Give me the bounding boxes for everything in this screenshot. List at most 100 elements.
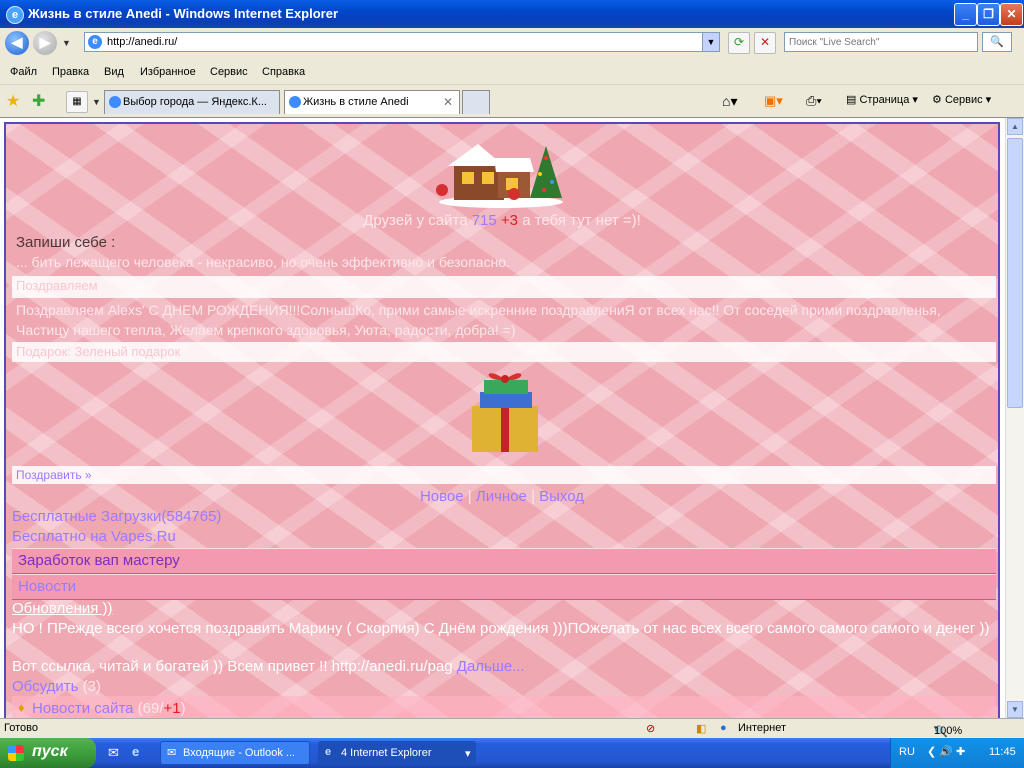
vapes-link[interactable]: Бесплатно на Vapes.Ru (12, 528, 176, 545)
birthday-message: Поздравляем Alexs' С ДНЕМ РОЖДЕНИЯ!!!Сол… (16, 302, 941, 338)
quicklaunch-outlook-icon[interactable]: ✉ (108, 745, 119, 761)
news-paragraph: НО ! ПРежде всего хочется поздравить Мар… (12, 620, 990, 637)
user-nav: Новое | Личное | Выход (6, 488, 998, 505)
task-outlook[interactable]: ✉ Входящие - Outlook ... (160, 741, 310, 765)
site-news-count: (69/ (137, 700, 164, 717)
windows-flag-icon (8, 745, 24, 761)
search-icon: 🔍 (990, 36, 1004, 48)
discuss-link[interactable]: Обсудить (12, 678, 78, 695)
site-news-plus: +1 (163, 700, 181, 717)
task-ie-group[interactable]: e 4 Internet Explorer ▾ (318, 741, 476, 765)
site-news-link[interactable]: Новости сайта (32, 700, 134, 717)
menu-help[interactable]: Справка (262, 66, 305, 78)
favorites-star-icon[interactable]: ★ (6, 91, 20, 111)
updates-link[interactable]: Обновления )) (12, 600, 113, 617)
rss-icon[interactable]: ▣▾ (764, 93, 783, 109)
nav-new-link[interactable]: Новое (420, 488, 464, 505)
home-icon[interactable]: ⌂▾ (722, 93, 737, 110)
zone-text: Интернет (738, 722, 786, 734)
quicklaunch-ie-icon[interactable]: e (132, 744, 139, 759)
start-button[interactable]: пуск (0, 738, 96, 768)
quote-text: ... бить лежащего человека - некрасиво, … (16, 254, 510, 270)
menu-view[interactable]: Вид (104, 66, 124, 78)
tab-anedi[interactable]: Жизнь в стиле Anedi ✕ (284, 90, 460, 114)
friends-plus: +3 (500, 212, 519, 229)
more-link[interactable]: Дальше... (457, 658, 525, 675)
menu-file[interactable]: Файл (10, 66, 37, 78)
ie-icon: e (6, 6, 24, 24)
status-text: Готово (4, 722, 38, 734)
tab-yandex[interactable]: Выбор города — Яндекс.К... (104, 90, 280, 114)
history-dropdown-icon[interactable]: ▼ (62, 38, 71, 48)
news-bar-label: Новости (18, 578, 77, 595)
downloads-link[interactable]: Бесплатные Загрузки(584765) (12, 508, 221, 525)
internet-zone-icon: ● (720, 722, 727, 734)
search-button[interactable]: 🔍 (982, 32, 1012, 52)
url-text[interactable]: http://anedi.ru/ (107, 36, 177, 48)
menu-tools[interactable]: Сервис (210, 66, 248, 78)
earn-bar-label: Заработок вап мастеру (18, 552, 180, 569)
menu-favorites[interactable]: Избранное (140, 66, 196, 78)
close-button[interactable]: ✕ (1000, 3, 1023, 26)
address-toolbar: ◀ ▶ ▼ e http://anedi.ru/ ▼ ⟳ ✕ Поиск "Li… (0, 28, 1024, 58)
minimize-button[interactable]: _ (954, 3, 977, 26)
new-tab[interactable] (462, 90, 490, 114)
zoom-control[interactable]: 🔍 100% ▾ (934, 722, 962, 738)
friends-counter: Друзей у сайта 715 +3 а тебя тут нет =)! (6, 212, 998, 229)
page-menu[interactable]: ▤ Страница ▾ (846, 93, 918, 106)
gift-box-image (472, 373, 538, 452)
vertical-scrollbar[interactable]: ▲ ▼ (1005, 118, 1024, 718)
system-tray: RU ❮ 🔊 ✚ 11:45 (890, 738, 1024, 768)
quick-tabs-icon[interactable]: ▦ (66, 91, 88, 113)
nav-exit-link[interactable]: Выход (539, 488, 584, 505)
status-bar: Готово ⊘ ◧ ● Интернет 🔍 100% ▾ (0, 718, 1024, 738)
tab-list-dropdown-icon[interactable]: ▼ (92, 97, 101, 107)
site-news-line: Новости сайта (69/+1) (32, 700, 186, 717)
site-frame: Друзей у сайта 715 +3 а тебя тут нет =)!… (4, 122, 1000, 718)
task-ie-label: 4 Internet Explorer (341, 747, 432, 759)
gift-band-title: Подарок: Зеленый подарок (16, 344, 181, 359)
friends-count[interactable]: 715 (472, 212, 497, 229)
back-button[interactable]: ◀ (5, 31, 29, 55)
refresh-icon[interactable]: ⟳ (728, 32, 750, 54)
friends-suffix: а тебя тут нет =)! (522, 212, 641, 229)
maximize-button[interactable]: ❐ (977, 3, 1000, 26)
nav-personal-link[interactable]: Личное (476, 488, 527, 505)
address-field[interactable]: e http://anedi.ru/ ▼ (84, 32, 720, 52)
scroll-up-icon[interactable]: ▲ (1007, 118, 1023, 135)
page-viewport: Друзей у сайта 715 +3 а тебя тут нет =)!… (0, 118, 1005, 718)
chevron-down-icon: ▾ (465, 748, 471, 760)
print-icon[interactable]: ⎙▾ (806, 93, 822, 109)
tools-menu-label: Сервис (944, 94, 983, 106)
scroll-down-icon[interactable]: ▼ (1007, 701, 1023, 718)
search-input[interactable]: Поиск "Live Search" (784, 32, 978, 52)
nav-separator: | (467, 488, 472, 505)
congrats-link[interactable]: Поздравить » (16, 468, 92, 482)
chevron-down-icon[interactable]: ▼ (702, 33, 719, 51)
start-label: пуск (32, 743, 68, 760)
clock: 11:45 (989, 746, 1016, 758)
forward-button[interactable]: ▶ (33, 31, 57, 55)
protected-mode-icon: ◧ (696, 723, 707, 735)
menu-edit[interactable]: Правка (52, 66, 89, 78)
close-tab-icon[interactable]: ✕ (443, 95, 453, 109)
tools-menu[interactable]: ⚙ Сервис ▾ (932, 93, 991, 106)
news-paragraph-2: Вот ссылка, читай и богатей )) Всем прив… (12, 658, 525, 675)
add-favorite-icon[interactable]: ✚ (32, 91, 45, 111)
tab-favicon-icon (289, 96, 301, 108)
scroll-thumb[interactable] (1007, 138, 1023, 408)
zoom-level: 100% (934, 725, 963, 737)
language-indicator[interactable]: RU (899, 746, 915, 758)
outlook-icon: ✉ (167, 747, 177, 759)
task-outlook-label: Входящие - Outlook ... (183, 747, 296, 759)
menu-bar: Файл Правка Вид Избранное Сервис Справка (0, 60, 1024, 85)
news-bar[interactable]: Новости (12, 574, 996, 600)
stop-icon[interactable]: ✕ (754, 32, 776, 54)
congrats-band-title: Поздравляем (16, 278, 98, 293)
earn-bar[interactable]: Заработок вап мастеру (12, 548, 996, 574)
tab-favicon-icon (109, 96, 121, 108)
tray-icons[interactable]: ❮ 🔊 ✚ (927, 745, 965, 758)
popup-blocked-icon[interactable]: ⊘ (646, 722, 655, 735)
windows-taskbar: пуск ✉ e ✉ Входящие - Outlook ... e 4 In… (0, 738, 1024, 768)
title-bar[interactable]: e Жизнь в стиле Anedi - Windows Internet… (0, 0, 1024, 28)
